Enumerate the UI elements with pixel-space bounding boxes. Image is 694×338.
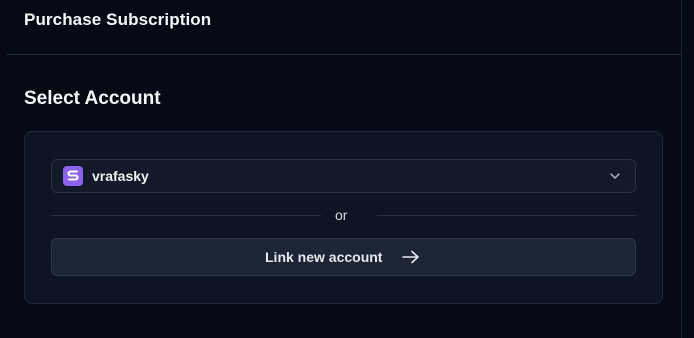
- account-select[interactable]: vrafasky: [51, 159, 636, 193]
- letter-s-icon: [67, 170, 79, 181]
- purchase-subscription-modal: Purchase Subscription Select Account vra…: [0, 0, 694, 338]
- divider-line-right: [377, 215, 636, 216]
- link-new-account-button[interactable]: Link new account: [51, 238, 636, 276]
- account-card: vrafasky or Link new account: [24, 131, 663, 304]
- arrow-right-icon: [402, 250, 419, 264]
- or-label: or: [335, 207, 348, 223]
- selected-account-name: vrafasky: [92, 168, 149, 184]
- modal-header: Purchase Subscription: [0, 0, 694, 55]
- divider-line-left: [51, 215, 321, 216]
- modal-title: Purchase Subscription: [24, 10, 212, 29]
- or-divider: or: [51, 206, 636, 226]
- section-title: Select Account: [24, 88, 161, 109]
- header-divider: [6, 54, 681, 55]
- account-logo-icon: [63, 166, 83, 186]
- chevron-down-icon[interactable]: [609, 170, 621, 182]
- modal-edge: [681, 0, 682, 338]
- link-new-account-label: Link new account: [265, 249, 383, 265]
